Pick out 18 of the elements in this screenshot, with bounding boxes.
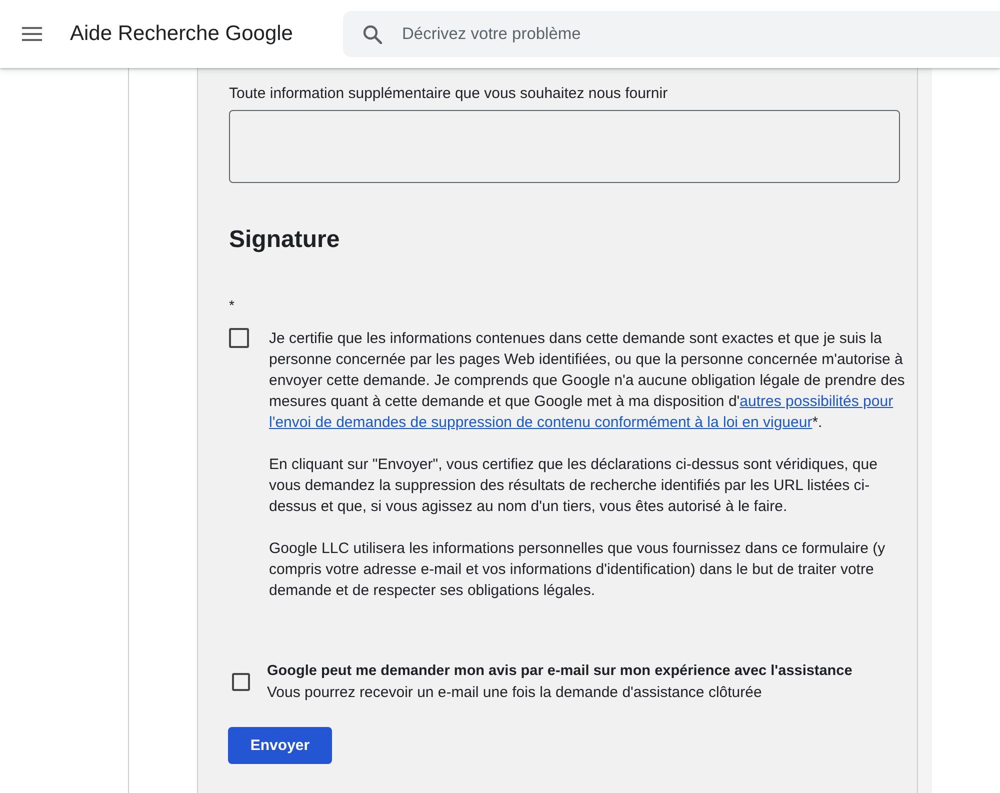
link[interactable]: autres possibilités pour bbox=[740, 393, 894, 410]
text-area-field[interactable] bbox=[229, 110, 900, 183]
field-label: Toute information supplémentaire que vous souhaitez nous fournir bbox=[229, 85, 668, 103]
certification-text: Je certifie que les informations contenues dans cette demande sont exactes et que je suis la personne concernée par les pages Web identifiées, ou que la personne concernée m'autorise à envoyer cette demande. Je comprends que Google n'a aucune obligation légale de prendre des mesures quant à cette demande et que Google met à ma disposition d'autres possibilités pour l'envoi de demandes de suppression de contenu conformément à la loi en vigueur*. bbox=[269, 329, 906, 433]
site-title[interactable]: Aide Recherche Google bbox=[70, 20, 293, 48]
link[interactable]: l'envoi de demandes de suppression de contenu conformément à la loi en vigueur bbox=[269, 414, 812, 431]
menu-icon bbox=[22, 27, 42, 41]
submit-button[interactable]: Envoyer bbox=[228, 727, 332, 764]
search-field[interactable]: Décrivez votre problème bbox=[343, 11, 1000, 57]
checkbox[interactable] bbox=[229, 328, 249, 348]
notice-text: Google LLC utilisera les informations personnelles que vous fournissez dans ce formulaire (y compris votre adresse e-mail et vos informations d'identification) dans le but de traiter votre demande et de respecter ses obligations légales. bbox=[269, 539, 886, 601]
section-heading: Signature bbox=[229, 225, 340, 255]
checkbox-hint: Vous pourrez recevoir un e-mail une fois la demande d'assistance clôturée bbox=[267, 683, 762, 703]
checkbox[interactable] bbox=[232, 673, 250, 691]
notice-text: En cliquant sur "Envoyer", vous certifiez que les déclarations ci-dessus sont véridiques, que vous demandez la suppression des résultats de recherche identifiés par les URL listées ci-dessus et que, si vous agissez au nom d'un tiers, vous êtes autorisé à le faire. bbox=[269, 455, 878, 517]
required-mark: * bbox=[229, 297, 234, 313]
checkbox-label: Google peut me demander mon avis par e-mail sur mon expérience avec l'assistance bbox=[267, 662, 852, 681]
search-icon bbox=[363, 24, 382, 44]
